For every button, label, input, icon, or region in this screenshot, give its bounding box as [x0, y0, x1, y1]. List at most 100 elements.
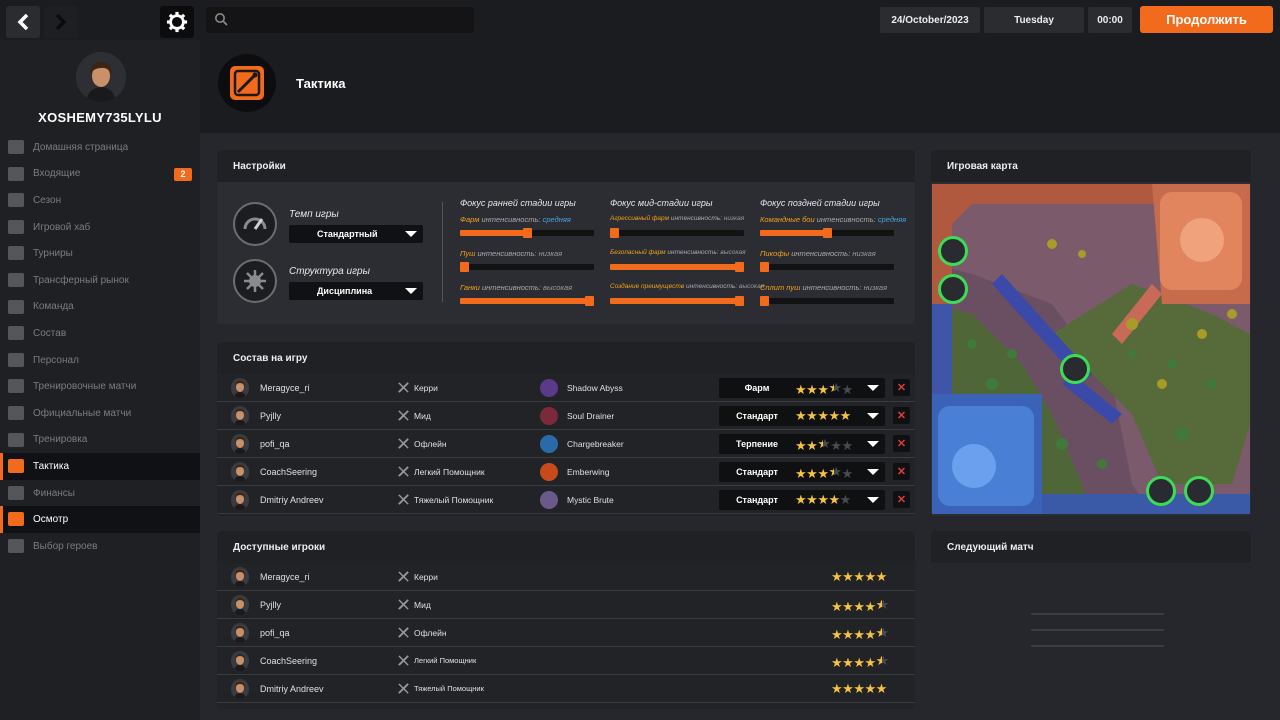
sidebar-item-label: Официальные матчи	[33, 407, 132, 419]
player-name[interactable]: pofi_qa	[260, 439, 290, 449]
intensity-slider[interactable]	[760, 296, 894, 306]
player-name[interactable]: Dmitriy Andreev	[260, 495, 324, 505]
slider-level: высокая	[543, 283, 573, 292]
player-portrait-icon	[231, 651, 249, 671]
role-icon	[398, 599, 409, 610]
intensity-slider[interactable]	[460, 262, 594, 272]
slider-handle[interactable]	[760, 262, 769, 272]
continue-button[interactable]: Продолжить	[1140, 6, 1273, 33]
map-hero-marker[interactable]	[938, 236, 968, 266]
slider-handle[interactable]	[460, 262, 469, 272]
tempo-label: Темп игры	[289, 209, 339, 220]
strategy-dropdown[interactable]: Фарм ★★★★★★	[719, 378, 885, 398]
strategy-dropdown[interactable]: Терпение ★★★★★★	[719, 434, 885, 454]
hero-name[interactable]: Soul Drainer	[567, 411, 614, 421]
player-avatar	[231, 679, 249, 699]
forward-button[interactable]	[44, 6, 78, 38]
intensity-slider[interactable]	[460, 296, 594, 306]
slider-handle[interactable]	[610, 228, 619, 238]
role-icon	[398, 683, 409, 694]
strategy-value: Стандарт	[736, 467, 778, 477]
intensity-slider[interactable]	[460, 228, 594, 238]
slider-handle[interactable]	[760, 296, 769, 306]
sidebar-item[interactable]: Тренировочные матчи	[0, 373, 200, 400]
settings-button[interactable]	[160, 6, 194, 38]
remove-button[interactable]: ✕	[893, 491, 910, 508]
player-name[interactable]: Meragyce_ri	[260, 383, 310, 393]
remove-button[interactable]: ✕	[893, 407, 910, 424]
slider-level: низкая	[852, 249, 876, 258]
close-icon: ✕	[896, 466, 907, 478]
sidebar-item[interactable]: Турниры	[0, 240, 200, 267]
profile-avatar[interactable]	[76, 52, 126, 102]
intensity-slider[interactable]	[610, 296, 744, 306]
strategy-dropdown[interactable]: Стандарт ★★★★★★	[719, 462, 885, 482]
slider-label: Агрессивный фарм интенсивность: низкая	[610, 215, 744, 222]
slider-handle[interactable]	[523, 228, 532, 238]
slider-handle[interactable]	[735, 262, 744, 272]
sidebar-item[interactable]: Финансы	[0, 480, 200, 507]
sidebar-item[interactable]: Состав	[0, 320, 200, 347]
star-rating: ★★★★★★	[795, 437, 853, 453]
sidebar-item[interactable]: Входящие 2	[0, 161, 200, 188]
available-row[interactable]: Dmitriy Andreev Тяжелый Помощник ★★★★★	[217, 675, 915, 703]
sidebar-item[interactable]: Осмотр	[0, 506, 200, 533]
sidebar-item[interactable]: Персонал	[0, 347, 200, 374]
strategy-dropdown[interactable]: Стандарт ★★★★★	[719, 490, 885, 510]
player-portrait-icon	[76, 52, 126, 102]
intensity-slider[interactable]	[610, 228, 744, 238]
sidebar-item[interactable]: Выбор героев	[0, 533, 200, 560]
strategy-dropdown[interactable]: Стандарт ★★★★★	[719, 406, 885, 426]
remove-button[interactable]: ✕	[893, 379, 910, 396]
sidebar-item[interactable]: Домашняя страница	[0, 134, 200, 161]
slider-key: Создание преимуществ	[610, 283, 685, 290]
late-focus-title: Фокус поздней стадии игры	[760, 198, 880, 208]
hero-name[interactable]: Shadow Abyss	[567, 383, 623, 393]
search-input[interactable]	[236, 10, 466, 30]
slider-label: Сплит пуш интенсивность: низкая	[760, 283, 887, 292]
player-name: Dmitriy Andreev	[260, 684, 324, 694]
slider-mid: интенсивность:	[667, 249, 719, 256]
game-map[interactable]	[932, 184, 1250, 514]
remove-button[interactable]: ✕	[893, 435, 910, 452]
slider-handle[interactable]	[735, 296, 744, 306]
map-hero-marker[interactable]	[1184, 476, 1214, 506]
available-row[interactable]: CoachSeering Легкий Помощник ★★★★★★	[217, 647, 915, 675]
sidebar-item[interactable]: Сезон	[0, 187, 200, 214]
sidebar-item[interactable]: Команда	[0, 294, 200, 321]
hero-name[interactable]: Mystic Brute	[567, 495, 614, 505]
hero-name[interactable]: Emberwing	[567, 467, 610, 477]
intensity-slider[interactable]	[760, 228, 894, 238]
close-icon: ✕	[896, 382, 907, 394]
tempo-dropdown[interactable]: Стандартный	[289, 225, 423, 243]
hero-name[interactable]: Chargebreaker	[567, 439, 624, 449]
player-name[interactable]: CoachSeering	[260, 467, 317, 477]
available-row[interactable]: pofi_qa Офлейн ★★★★★★	[217, 619, 915, 647]
sidebar-item[interactable]: Официальные матчи	[0, 400, 200, 427]
back-button[interactable]	[6, 6, 40, 38]
star-rating: ★★★★★★	[831, 654, 889, 670]
slider-handle[interactable]	[823, 228, 832, 238]
map-hero-marker[interactable]	[1146, 476, 1176, 506]
sidebar-item[interactable]: Трансферный рынок	[0, 267, 200, 294]
strategy-value: Стандарт	[736, 411, 778, 421]
sidebar-item[interactable]: Тактика	[0, 453, 200, 480]
slider-handle[interactable]	[585, 296, 594, 306]
intensity-slider[interactable]	[760, 262, 894, 272]
chevron-down-icon	[867, 497, 879, 503]
early-focus-title: Фокус ранней стадии игры	[460, 198, 576, 208]
sidebar-item-label: Команда	[33, 301, 74, 313]
available-row[interactable]: Pyjlly Мид ★★★★★★	[217, 591, 915, 619]
intensity-slider[interactable]	[610, 262, 744, 272]
player-name[interactable]: Pyjlly	[260, 411, 281, 421]
role-icon	[398, 438, 409, 449]
map-hero-marker[interactable]	[938, 274, 968, 304]
role-icon	[398, 571, 409, 582]
map-hero-marker[interactable]	[1060, 354, 1090, 384]
sidebar-item[interactable]: Игровой хаб	[0, 214, 200, 241]
remove-button[interactable]: ✕	[893, 463, 910, 480]
star-rating: ★★★★★	[831, 569, 887, 584]
structure-dropdown[interactable]: Дисциплина	[289, 282, 423, 300]
available-row[interactable]: Meragyce_ri Керри ★★★★★	[217, 563, 915, 591]
sidebar-item[interactable]: Тренировка	[0, 427, 200, 454]
